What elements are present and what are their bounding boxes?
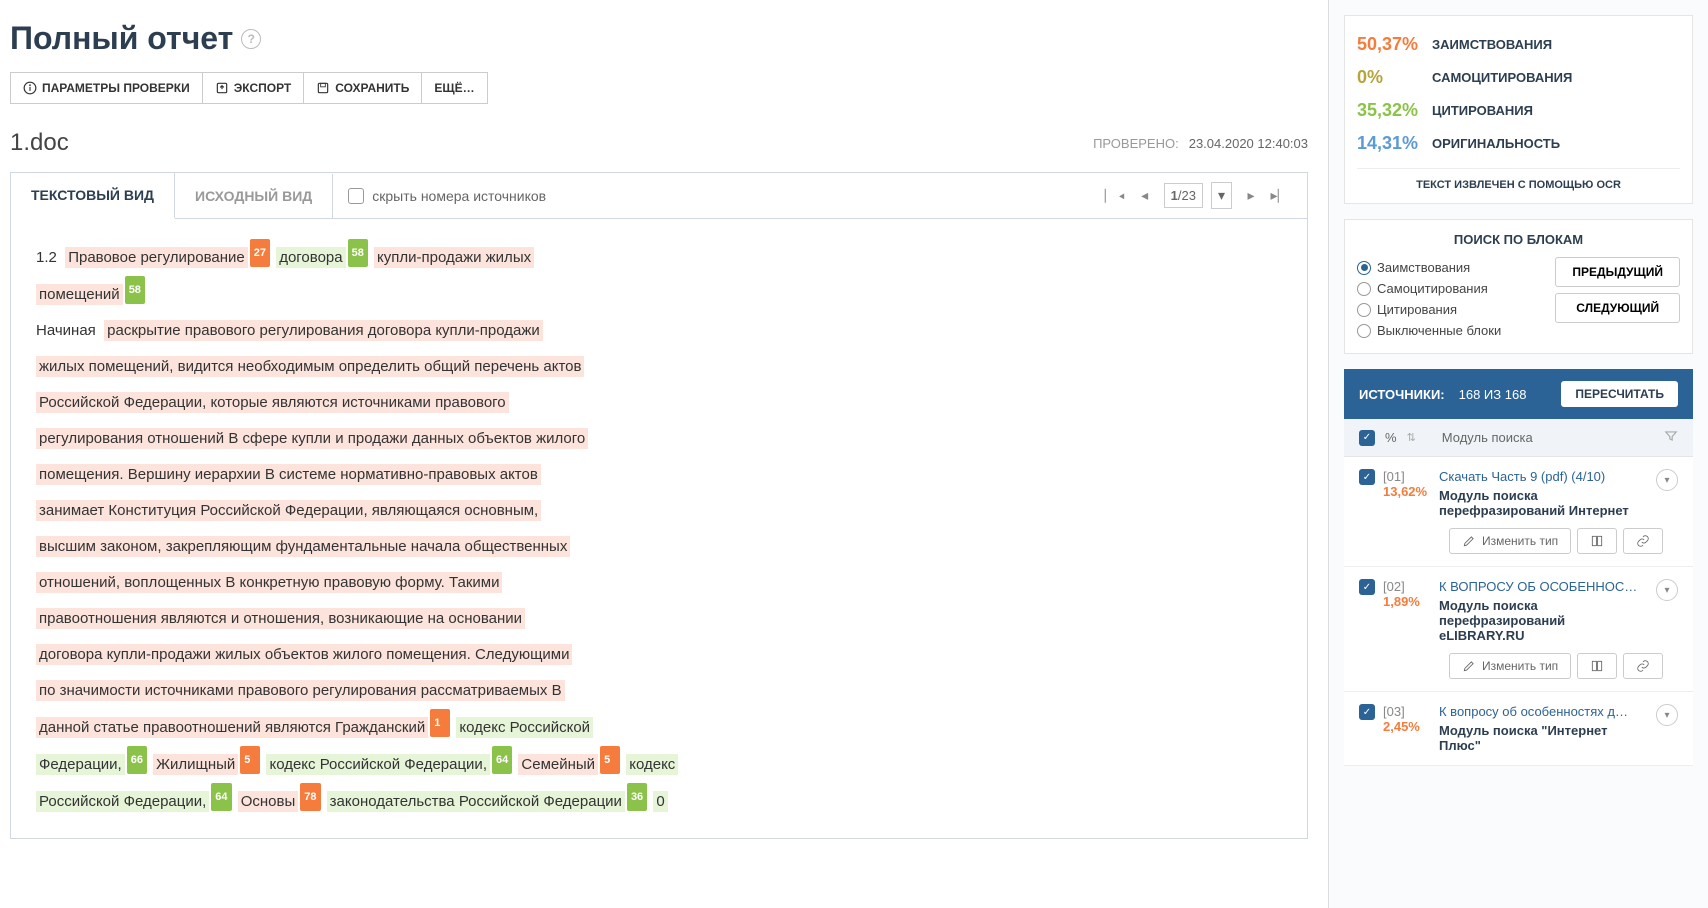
stats-panel: 50,37%ЗАИМСТВОВАНИЯ 0%САМОЦИТИРОВАНИЯ 35… — [1344, 15, 1693, 204]
change-type-button[interactable]: Изменить тип — [1449, 653, 1571, 679]
book-button[interactable] — [1577, 528, 1617, 554]
next-button[interactable]: СЛЕДУЮЩИЙ — [1555, 293, 1680, 323]
ocr-note: ТЕКСТ ИЗВЛЕЧЕН С ПОМОЩЬЮ OCR — [1357, 168, 1680, 191]
save-button[interactable]: СОХРАНИТЬ — [304, 72, 422, 104]
radio-icon — [1357, 303, 1371, 317]
link-icon — [1636, 534, 1650, 548]
sidebar: 50,37%ЗАИМСТВОВАНИЯ 0%САМОЦИТИРОВАНИЯ 35… — [1328, 0, 1708, 908]
export-icon — [215, 81, 229, 95]
pager-prev-icon[interactable]: ◂ — [1134, 185, 1156, 207]
select-all-checkbox[interactable]: ✓ — [1359, 430, 1375, 446]
link-button[interactable] — [1623, 653, 1663, 679]
book-button[interactable] — [1577, 653, 1617, 679]
pager-first-icon[interactable]: ⎸◂ — [1104, 185, 1126, 207]
module-column[interactable]: Модуль поиска — [1442, 430, 1533, 445]
toolbar: ПАРАМЕТРЫ ПРОВЕРКИ ЭКСПОРТ СОХРАНИТЬ ЕЩЁ… — [10, 72, 1308, 104]
prev-button[interactable]: ПРЕДЫДУЩИЙ — [1555, 257, 1680, 287]
radio-icon — [1357, 324, 1371, 338]
source-item: ✓ [03]2,45% К вопросу об особенностях д…… — [1344, 692, 1693, 766]
radio-disabled[interactable]: Выключенные блоки — [1357, 320, 1545, 341]
chevron-down-icon[interactable]: ▾ — [1656, 579, 1678, 601]
document-content: 1.2 Правовое регулирование27 договора58 … — [10, 219, 1308, 839]
link-icon — [1636, 659, 1650, 673]
source-pct: 1,89% — [1383, 594, 1431, 609]
source-checkbox[interactable]: ✓ — [1359, 704, 1375, 720]
source-index: [02] — [1383, 579, 1431, 594]
pager-last-icon[interactable]: ▸⎸ — [1270, 185, 1292, 207]
save-icon — [316, 81, 330, 95]
pager-page-input[interactable]: 1/23 — [1164, 183, 1203, 208]
book-icon — [1590, 659, 1604, 673]
source-title[interactable]: Скачать Часть 9 (pdf) (4/10) — [1439, 469, 1648, 484]
tabbar: ТЕКСТОВЫЙ ВИД ИСХОДНЫЙ ВИД скрыть номера… — [10, 172, 1308, 219]
params-button[interactable]: ПАРАМЕТРЫ ПРОВЕРКИ — [10, 72, 203, 104]
cite-label: ЦИТИРОВАНИЯ — [1432, 103, 1533, 118]
hide-numbers-checkbox[interactable]: скрыть номера источников — [348, 188, 546, 204]
source-checkbox[interactable]: ✓ — [1359, 469, 1375, 485]
book-icon — [1590, 534, 1604, 548]
pencil-icon — [1462, 534, 1476, 548]
radio-borrow[interactable]: Заимствования — [1357, 257, 1545, 278]
checked-label: ПРОВЕРЕНО:23.04.2020 12:40:03 — [1093, 136, 1308, 151]
source-checkbox[interactable]: ✓ — [1359, 579, 1375, 595]
pager: ⎸◂ ◂ 1/23 ▾ ▸ ▸⎸ — [1104, 182, 1292, 209]
sort-icon[interactable]: ⇅ — [1407, 431, 1416, 444]
source-pct: 13,62% — [1383, 484, 1431, 499]
sources-filter: ✓ % ⇅ Модуль поиска — [1344, 419, 1693, 457]
source-item: ✓ [02]1,89% К ВОПРОСУ ОБ ОСОБЕННОС… Модул… — [1344, 567, 1693, 692]
source-item: ✓ [01]13,62% Скачать Часть 9 (pdf) (4/10… — [1344, 457, 1693, 567]
pencil-icon — [1462, 659, 1476, 673]
checkbox-icon — [348, 188, 364, 204]
block-search-panel: ПОИСК ПО БЛОКАМ Заимствования Самоцитиро… — [1344, 219, 1693, 354]
radio-cite[interactable]: Цитирования — [1357, 299, 1545, 320]
radio-self[interactable]: Самоцитирования — [1357, 278, 1545, 299]
pager-next-icon[interactable]: ▸ — [1240, 185, 1262, 207]
info-icon — [23, 81, 37, 95]
cite-pct: 35,32% — [1357, 100, 1432, 121]
source-title[interactable]: К вопросу об особенностях д… — [1439, 704, 1648, 719]
source-index: [03] — [1383, 704, 1431, 719]
radio-icon — [1357, 282, 1371, 296]
source-module: Модуль поиска "Интернет Плюс" — [1439, 723, 1648, 753]
filter-icon[interactable] — [1664, 429, 1678, 446]
sources-list: ✓ [01]13,62% Скачать Часть 9 (pdf) (4/10… — [1329, 457, 1708, 766]
source-module: Модуль поиска перефразирований Интернет — [1439, 488, 1648, 518]
export-button[interactable]: ЭКСПОРТ — [203, 72, 305, 104]
pct-column[interactable]: % — [1385, 430, 1397, 445]
source-index: [01] — [1383, 469, 1431, 484]
more-button[interactable]: ЕЩЁ… — [422, 72, 487, 104]
recalc-button[interactable]: ПЕРЕСЧИТАТЬ — [1561, 381, 1678, 407]
tab-text-view[interactable]: ТЕКСТОВЫЙ ВИД — [11, 173, 175, 219]
sources-header: ИСТОЧНИКИ:168 ИЗ 168 ПЕРЕСЧИТАТЬ — [1344, 369, 1693, 419]
help-icon[interactable]: ? — [241, 29, 261, 49]
page-title: Полный отчет — [10, 20, 233, 57]
pager-select[interactable]: ▾ — [1211, 182, 1232, 209]
self-pct: 0% — [1357, 67, 1432, 88]
sources-count: 168 ИЗ 168 — [1459, 387, 1527, 402]
block-search-title: ПОИСК ПО БЛОКАМ — [1357, 232, 1680, 247]
orig-pct: 14,31% — [1357, 133, 1432, 154]
checked-date: 23.04.2020 12:40:03 — [1189, 136, 1308, 151]
chevron-down-icon[interactable]: ▾ — [1656, 704, 1678, 726]
source-title[interactable]: К ВОПРОСУ ОБ ОСОБЕННОС… — [1439, 579, 1648, 594]
borrow-pct: 50,37% — [1357, 34, 1432, 55]
change-type-button[interactable]: Изменить тип — [1449, 528, 1571, 554]
source-pct: 2,45% — [1383, 719, 1431, 734]
filename: 1.doc — [10, 129, 69, 157]
self-label: САМОЦИТИРОВАНИЯ — [1432, 70, 1572, 85]
orig-label: ОРИГИНАЛЬНОСТЬ — [1432, 136, 1560, 151]
borrow-label: ЗАИМСТВОВАНИЯ — [1432, 37, 1552, 52]
chevron-down-icon[interactable]: ▾ — [1656, 469, 1678, 491]
source-module: Модуль поиска перефразирований eLIBRARY.… — [1439, 598, 1648, 643]
tab-source-view[interactable]: ИСХОДНЫЙ ВИД — [175, 174, 333, 218]
radio-icon — [1357, 261, 1371, 275]
link-button[interactable] — [1623, 528, 1663, 554]
